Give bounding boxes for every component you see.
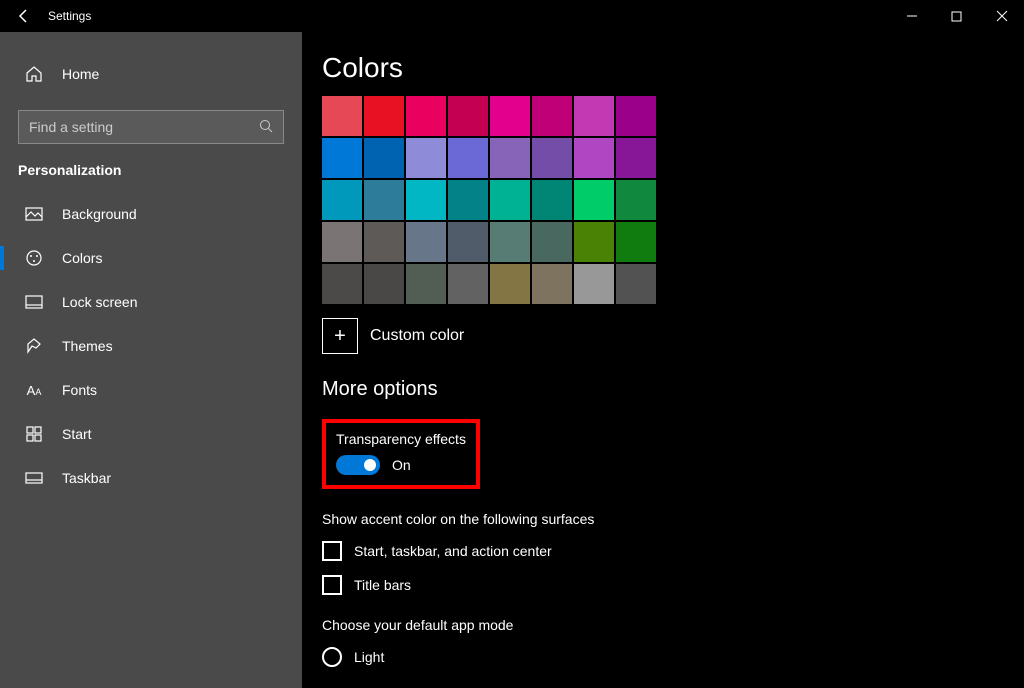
color-swatch[interactable] [574,138,614,178]
sidebar-item-themes[interactable]: Themes [0,324,302,368]
color-swatch[interactable] [364,264,404,304]
color-swatch[interactable] [364,222,404,262]
color-swatch[interactable] [616,264,656,304]
sidebar-item-home[interactable]: Home [0,52,302,96]
color-swatch[interactable] [448,96,488,136]
taskbar-icon [24,468,44,488]
color-swatch[interactable] [574,264,614,304]
sidebar-item-fonts[interactable]: AA Fonts [0,368,302,412]
titlebar: Settings [0,0,1024,32]
sidebar-item-colors[interactable]: Colors [0,236,302,280]
sidebar-item-lockscreen[interactable]: Lock screen [0,280,302,324]
color-swatch[interactable] [364,180,404,220]
color-swatch[interactable] [616,138,656,178]
sidebar-item-label: Taskbar [62,470,111,486]
sidebar-item-start[interactable]: Start [0,412,302,456]
checkbox-icon [322,575,342,595]
color-swatch[interactable] [406,222,446,262]
color-swatch[interactable] [490,138,530,178]
radio-light[interactable]: Light [322,647,1024,667]
content-pane: Colors + Custom color More options Trans… [302,32,1024,688]
plus-icon: + [322,318,358,354]
app-mode-label: Choose your default app mode [322,617,1024,633]
checkbox-label: Title bars [354,577,411,593]
color-swatch[interactable] [364,96,404,136]
color-swatch[interactable] [616,180,656,220]
color-swatch-grid [322,96,1024,304]
color-swatch[interactable] [406,138,446,178]
color-swatch[interactable] [532,180,572,220]
sidebar-item-label: Colors [62,250,102,266]
search-input[interactable]: Find a setting [18,110,284,144]
color-swatch[interactable] [490,96,530,136]
color-swatch[interactable] [448,222,488,262]
color-swatch[interactable] [322,264,362,304]
accent-surfaces-label: Show accent color on the following surfa… [322,511,1024,527]
color-swatch[interactable] [490,180,530,220]
search-icon [259,119,273,136]
radio-label: Light [354,649,384,665]
page-title: Colors [322,52,1024,84]
sidebar-item-label: Lock screen [62,294,137,310]
color-swatch[interactable] [616,96,656,136]
checkbox-titlebars[interactable]: Title bars [322,575,1024,595]
custom-color-label: Custom color [370,327,464,345]
home-icon [24,64,44,84]
custom-color-button[interactable]: + Custom color [322,318,1024,354]
minimize-button[interactable] [889,0,934,32]
color-swatch[interactable] [448,180,488,220]
color-swatch[interactable] [532,138,572,178]
palette-icon [24,248,44,268]
search-placeholder: Find a setting [29,119,259,135]
back-button[interactable] [0,8,48,24]
color-swatch[interactable] [574,96,614,136]
sidebar-section: Personalization [0,162,302,178]
checkbox-label: Start, taskbar, and action center [354,543,552,559]
color-swatch[interactable] [490,222,530,262]
checkbox-start-taskbar[interactable]: Start, taskbar, and action center [322,541,1024,561]
sidebar: Home Find a setting Personalization Back… [0,32,302,688]
color-swatch[interactable] [616,222,656,262]
sidebar-item-label: Home [62,66,99,82]
color-swatch[interactable] [322,222,362,262]
color-swatch[interactable] [532,96,572,136]
fonts-icon: AA [24,380,44,400]
sidebar-item-taskbar[interactable]: Taskbar [0,456,302,500]
color-swatch[interactable] [322,180,362,220]
color-swatch[interactable] [364,138,404,178]
color-swatch[interactable] [490,264,530,304]
themes-icon [24,336,44,356]
transparency-label: Transparency effects [336,431,466,447]
lockscreen-icon [24,292,44,312]
sidebar-item-label: Fonts [62,382,97,398]
radio-icon [322,647,342,667]
sidebar-item-label: Themes [62,338,113,354]
color-swatch[interactable] [406,96,446,136]
start-icon [24,424,44,444]
color-swatch[interactable] [322,138,362,178]
color-swatch[interactable] [448,138,488,178]
maximize-button[interactable] [934,0,979,32]
annotation-highlight: Transparency effects On [322,419,480,489]
color-swatch[interactable] [574,222,614,262]
color-swatch[interactable] [406,180,446,220]
sidebar-item-background[interactable]: Background [0,192,302,236]
transparency-state: On [392,457,411,473]
transparency-toggle[interactable] [336,455,380,475]
more-options-heading: More options [322,378,1024,401]
color-swatch[interactable] [406,264,446,304]
picture-icon [24,204,44,224]
color-swatch[interactable] [532,222,572,262]
color-swatch[interactable] [574,180,614,220]
color-swatch[interactable] [532,264,572,304]
checkbox-icon [322,541,342,561]
color-swatch[interactable] [448,264,488,304]
close-button[interactable] [979,0,1024,32]
color-swatch[interactable] [322,96,362,136]
window-title: Settings [48,9,91,23]
sidebar-item-label: Start [62,426,92,442]
sidebar-item-label: Background [62,206,137,222]
